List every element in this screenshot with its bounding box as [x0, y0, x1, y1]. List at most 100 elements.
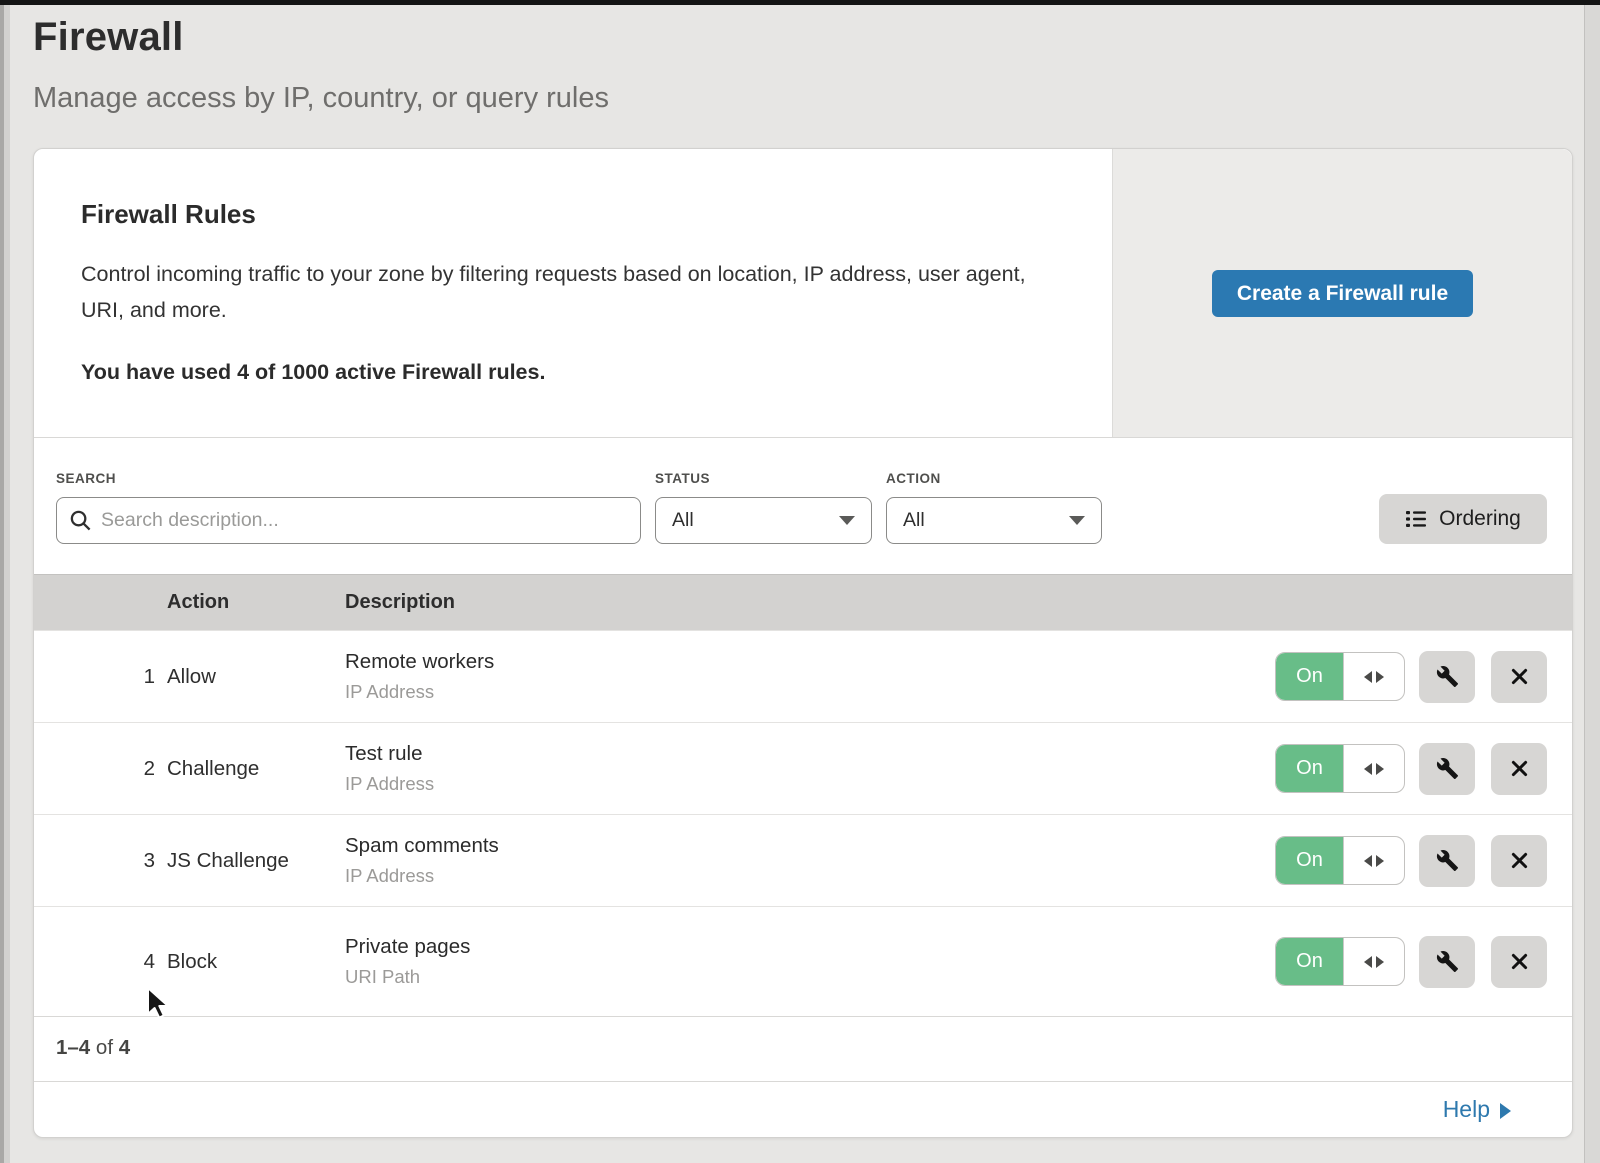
delete-rule-button[interactable] [1491, 835, 1547, 887]
status-label: STATUS [655, 471, 872, 486]
rules-summary-text: Firewall Rules Control incoming traffic … [34, 149, 1112, 437]
arrow-left-icon [1364, 855, 1372, 867]
rule-match-field: IP Address [345, 773, 1275, 795]
rule-match-field: IP Address [345, 681, 1275, 703]
rule-description-cell: Test rule IP Address [345, 742, 1275, 795]
search-icon [69, 509, 92, 532]
edit-rule-button[interactable] [1419, 936, 1475, 988]
arrow-right-icon [1500, 1103, 1511, 1119]
rule-match-field: IP Address [345, 865, 1275, 887]
close-icon [1509, 758, 1530, 779]
arrow-right-icon [1376, 956, 1384, 968]
rule-description-cell: Spam comments IP Address [345, 834, 1275, 887]
page-header: Firewall Manage access by IP, country, o… [0, 5, 1600, 115]
delete-rule-button[interactable] [1491, 743, 1547, 795]
rule-controls: On [1275, 936, 1547, 988]
rule-description: Test rule [345, 742, 1275, 766]
toggle-handle[interactable] [1343, 653, 1404, 700]
wrench-icon [1436, 665, 1459, 688]
help-footer: Help [34, 1081, 1572, 1137]
search-label: SEARCH [56, 471, 641, 486]
arrow-left-icon [1364, 671, 1372, 683]
toggle-on-label: On [1276, 938, 1343, 985]
rule-controls: On [1275, 651, 1547, 703]
search-input[interactable] [56, 497, 641, 544]
rule-priority: 2 [34, 757, 167, 781]
arrow-left-icon [1364, 956, 1372, 968]
rule-enabled-toggle[interactable]: On [1275, 937, 1405, 986]
toggle-handle[interactable] [1343, 745, 1404, 792]
toggle-on-label: On [1276, 653, 1343, 700]
delete-rule-button[interactable] [1491, 936, 1547, 988]
action-label: ACTION [886, 471, 1102, 486]
firewall-rules-card: Firewall Rules Control incoming traffic … [33, 148, 1573, 1138]
table-row: 1 Allow Remote workers IP Address On [34, 630, 1572, 722]
rules-summary-section: Firewall Rules Control incoming traffic … [34, 149, 1572, 438]
pagination-total: 4 [119, 1036, 130, 1059]
rule-description: Remote workers [345, 650, 1275, 674]
description-column-header: Description [345, 591, 1572, 614]
rule-match-field: URI Path [345, 966, 1275, 988]
pagination: 1–4 of 4 [34, 1016, 1572, 1081]
status-filter: STATUS All [655, 471, 872, 544]
chevron-down-icon [1069, 516, 1085, 525]
rule-enabled-toggle[interactable]: On [1275, 652, 1405, 701]
ordered-list-icon [1405, 508, 1427, 530]
table-row: 4 Block Private pages URI Path On [34, 906, 1572, 1016]
rule-action: Allow [167, 665, 345, 689]
rule-description: Spam comments [345, 834, 1275, 858]
toggle-handle[interactable] [1343, 938, 1404, 985]
action-filter: ACTION All [886, 471, 1102, 544]
rule-enabled-toggle[interactable]: On [1275, 744, 1405, 793]
page-title: Firewall [33, 15, 1600, 60]
rule-description: Private pages [345, 935, 1275, 959]
create-firewall-rule-button[interactable]: Create a Firewall rule [1212, 270, 1473, 317]
wrench-icon [1436, 849, 1459, 872]
edit-rule-button[interactable] [1419, 835, 1475, 887]
search-box [56, 497, 641, 544]
rule-action: Block [167, 950, 345, 974]
search-filter: SEARCH [56, 471, 641, 544]
status-select-value: All [672, 509, 694, 532]
toggle-on-label: On [1276, 745, 1343, 792]
rule-action: JS Challenge [167, 849, 345, 873]
table-row: 3 JS Challenge Spam comments IP Address … [34, 814, 1572, 906]
rule-action: Challenge [167, 757, 345, 781]
rule-enabled-toggle[interactable]: On [1275, 836, 1405, 885]
arrow-left-icon [1364, 763, 1372, 775]
ordering-button[interactable]: Ordering [1379, 494, 1547, 544]
arrow-right-icon [1376, 855, 1384, 867]
action-select[interactable]: All [886, 497, 1102, 544]
rules-description: Control incoming traffic to your zone by… [81, 256, 1041, 328]
rule-description-cell: Remote workers IP Address [345, 650, 1275, 703]
help-link[interactable]: Help [1443, 1096, 1511, 1123]
rules-usage-count: You have used 4 of 1000 active Firewall … [81, 360, 1052, 385]
delete-rule-button[interactable] [1491, 651, 1547, 703]
toggle-on-label: On [1276, 837, 1343, 884]
rule-controls: On [1275, 743, 1547, 795]
close-icon [1509, 951, 1530, 972]
rules-heading: Firewall Rules [81, 199, 1052, 230]
close-icon [1509, 850, 1530, 871]
page-subtitle: Manage access by IP, country, or query r… [33, 82, 1600, 115]
wrench-icon [1436, 950, 1459, 973]
wrench-icon [1436, 757, 1459, 780]
help-link-label: Help [1443, 1096, 1490, 1123]
rule-description-cell: Private pages URI Path [345, 935, 1275, 988]
rule-priority: 3 [34, 849, 167, 873]
chevron-down-icon [839, 516, 855, 525]
arrow-right-icon [1376, 671, 1384, 683]
arrow-right-icon [1376, 763, 1384, 775]
table-row: 2 Challenge Test rule IP Address On [34, 722, 1572, 814]
edit-rule-button[interactable] [1419, 651, 1475, 703]
create-rule-panel: Create a Firewall rule [1112, 149, 1572, 437]
action-select-value: All [903, 509, 925, 532]
ordering-button-label: Ordering [1439, 507, 1521, 531]
close-icon [1509, 666, 1530, 687]
toggle-handle[interactable] [1343, 837, 1404, 884]
rule-priority: 1 [34, 665, 167, 689]
edit-rule-button[interactable] [1419, 743, 1475, 795]
filters-bar: SEARCH STATUS All ACTION All [34, 438, 1572, 574]
table-header: Action Description [34, 574, 1572, 630]
status-select[interactable]: All [655, 497, 872, 544]
